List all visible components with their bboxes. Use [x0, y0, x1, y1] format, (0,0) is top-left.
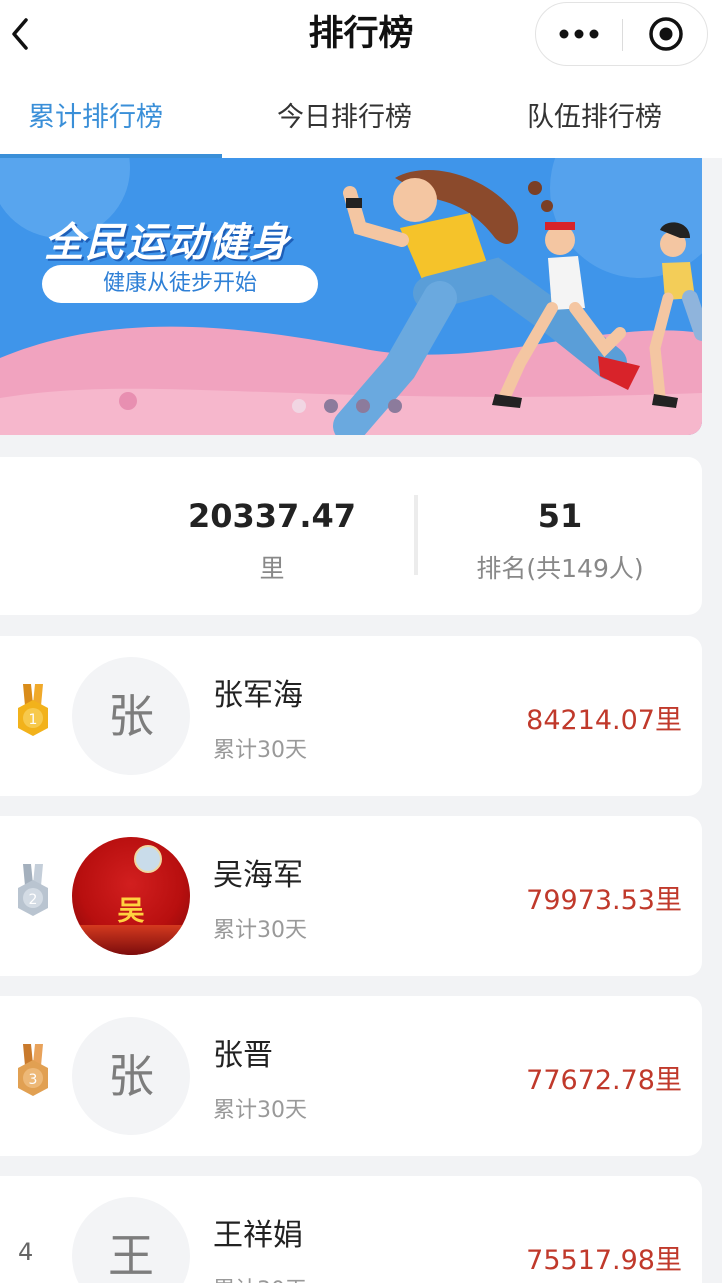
cumulative-days: 累计30天 [213, 738, 307, 763]
ranking-item[interactable]: 1 张 张军海 累计30天 84214.07里 [0, 636, 702, 796]
avatar: 张 [72, 1017, 190, 1135]
summary-divider [414, 495, 418, 575]
svg-text:1: 1 [29, 712, 38, 728]
top-bar: 排行榜 [0, 0, 722, 72]
summary-card: 20337.47 里 51 排名(共149人) [0, 457, 702, 615]
tab-bar: 累计排行榜 今日排行榜 队伍排行榜 [0, 72, 722, 158]
avatar-photo-thumbnail [134, 845, 162, 873]
avatar: 张 [72, 657, 190, 775]
user-name: 王祥娟 [213, 1218, 303, 1253]
silver-medal-icon: 2 [18, 864, 48, 916]
tab-team-ranking[interactable]: 队伍排行榜 [527, 100, 662, 136]
user-name: 吴海军 [213, 858, 303, 893]
gold-medal-icon: 1 [18, 684, 48, 736]
user-distance: 77672.78里 [526, 1065, 682, 1096]
carousel-dot-3[interactable] [356, 399, 370, 413]
distance-unit-label: 里 [259, 554, 285, 583]
banner-title: 全民运动健身 [44, 220, 290, 266]
user-distance: 79973.53里 [526, 885, 682, 916]
carousel-dot-2[interactable] [324, 399, 338, 413]
carousel-dot-1[interactable] [292, 399, 306, 413]
user-name: 张军海 [213, 678, 303, 713]
more-dots-icon [559, 29, 599, 39]
promo-banner[interactable]: 全民运动健身 健康从徒步开始 [0, 158, 702, 435]
svg-text:3: 3 [29, 1072, 38, 1088]
tab-cumulative-ranking[interactable]: 累计排行榜 [28, 100, 163, 136]
ranking-item[interactable]: 2 吴 吴海军 累计30天 79973.53里 [0, 816, 702, 976]
rank-label: 排名(共149人) [476, 554, 644, 583]
rank-number: 4 [18, 1238, 34, 1266]
cumulative-days: 累计30天 [213, 1272, 307, 1283]
avatar-photo-base [72, 925, 190, 955]
avatar: 王 [72, 1197, 190, 1283]
avatar: 吴 [72, 837, 190, 955]
ranking-item[interactable]: 3 张 张晋 累计30天 77672.78里 [0, 996, 702, 1156]
avatar-char: 吴 [117, 896, 145, 927]
svg-text:2: 2 [29, 892, 38, 908]
target-icon [649, 17, 683, 51]
mini-program-capsule [535, 2, 708, 66]
user-distance: 75517.98里 [526, 1245, 682, 1276]
rank-value: 51 [537, 497, 583, 535]
ranking-item[interactable]: 4 王 王祥娟 累计30天 75517.98里 [0, 1176, 702, 1283]
user-distance: 84214.07里 [526, 705, 682, 736]
bronze-medal-icon: 3 [18, 1044, 48, 1096]
carousel-dot-4[interactable] [388, 399, 402, 413]
close-program-button[interactable] [623, 3, 709, 65]
cumulative-days: 累计30天 [213, 1098, 307, 1123]
tab-today-ranking[interactable]: 今日排行榜 [277, 100, 412, 136]
cumulative-days: 累计30天 [213, 918, 307, 943]
user-name: 张晋 [213, 1038, 273, 1073]
total-distance-value: 20337.47 [187, 497, 356, 535]
banner-subtitle: 健康从徒步开始 [42, 265, 318, 303]
more-button[interactable] [536, 3, 622, 65]
